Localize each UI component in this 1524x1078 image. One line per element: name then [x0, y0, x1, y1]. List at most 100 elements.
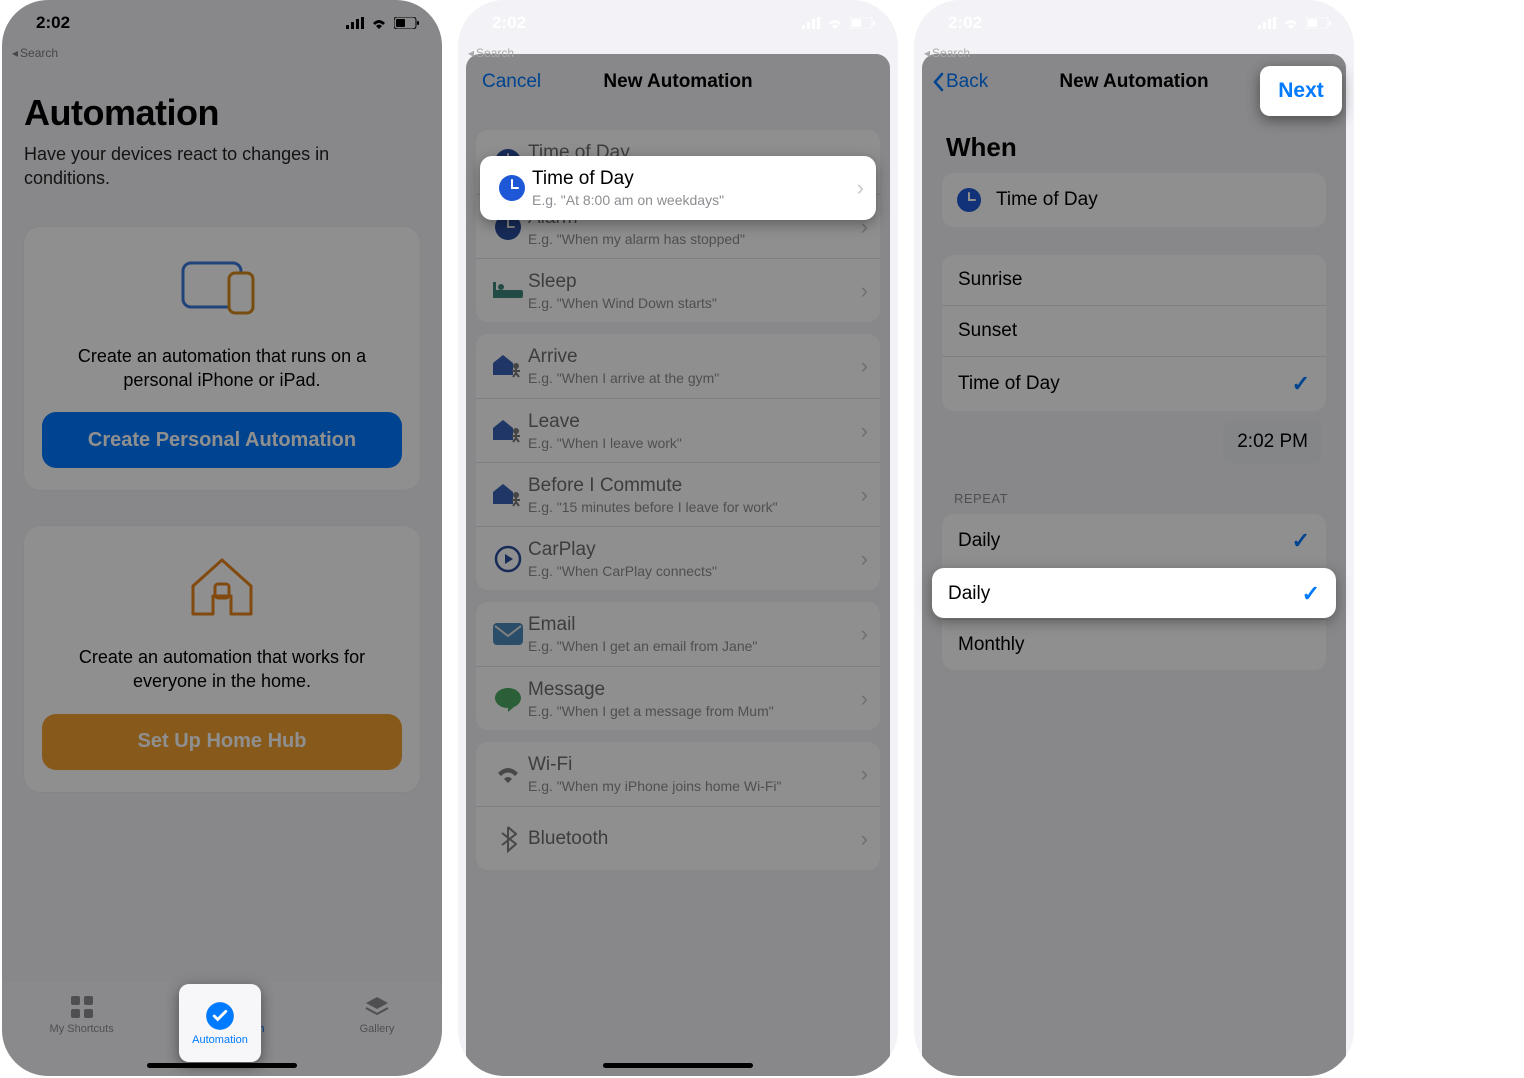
row-title: Sleep — [528, 271, 861, 293]
row-title: Leave — [528, 411, 861, 433]
chevron-right-icon: › — [861, 621, 868, 647]
trigger-row-email[interactable]: Email E.g. "When I get an email from Jane… — [476, 602, 880, 666]
page-title: Automation — [24, 92, 420, 134]
row-subtitle: E.g. "When my alarm has stopped" — [528, 231, 861, 247]
chevron-right-icon: › — [861, 686, 868, 712]
checkmark-icon: ✓ — [1292, 371, 1310, 397]
breadcrumb[interactable]: ◂ Search — [458, 46, 898, 66]
screenshot-2: 2:02 ◂ Search Cancel New Automation Time… — [458, 0, 898, 1076]
repeat-option-monthly[interactable]: Monthly — [942, 619, 1326, 670]
trigger-row-arrive[interactable]: Arrive E.g. "When I arrive at the gym"› — [476, 334, 880, 398]
status-icons — [346, 17, 420, 29]
time-option-sunset[interactable]: Sunset — [942, 305, 1326, 356]
cellular-icon — [802, 17, 820, 29]
row-title: CarPlay — [528, 539, 861, 561]
row-title: Arrive — [528, 346, 861, 368]
checkmark-icon: ✓ — [1292, 528, 1310, 554]
trigger-row-carplay[interactable]: CarPlay E.g. "When CarPlay connects"› — [476, 526, 880, 590]
home-icon — [187, 556, 257, 623]
status-bar: 2:02 — [914, 0, 1354, 46]
tab-my-shortcuts[interactable]: My Shortcuts — [50, 994, 114, 1035]
row-title: Message — [528, 679, 861, 701]
when-row[interactable]: Time of Day — [942, 173, 1326, 227]
trigger-row-leave[interactable]: Leave E.g. "When I leave work"› — [476, 398, 880, 462]
cancel-button[interactable]: Cancel — [482, 71, 541, 93]
highlight-time-of-day-row[interactable]: Time of Day E.g. "At 8:00 am on weekdays… — [480, 156, 876, 220]
house-person-icon — [488, 418, 528, 444]
highlight-daily-row[interactable]: Daily ✓ — [932, 568, 1336, 618]
wifi-icon — [1282, 17, 1300, 29]
time-value: 2:02 PM — [1223, 421, 1322, 463]
row-subtitle: E.g. "When I get an email from Jane" — [528, 638, 861, 654]
bt-icon — [488, 825, 528, 853]
when-row-label: Time of Day — [996, 189, 1098, 211]
message-icon — [488, 686, 528, 712]
option-label: Sunset — [958, 320, 1017, 342]
home-automation-text: Create an automation that works for ever… — [42, 645, 402, 694]
create-personal-automation-button[interactable]: Create Personal Automation — [42, 412, 402, 468]
trigger-row-message[interactable]: MessageE.g. "When I get a message from M… — [476, 666, 880, 730]
highlight-automation-tab[interactable]: Automation — [179, 984, 261, 1062]
sheet-title: New Automation — [603, 71, 752, 93]
status-time: 2:02 — [492, 13, 526, 33]
tab-gallery[interactable]: Gallery — [360, 994, 395, 1035]
chevron-left-icon: ◂ — [12, 46, 18, 60]
chevron-right-icon: › — [857, 175, 864, 201]
row-subtitle: E.g. "When I leave work" — [528, 435, 861, 451]
personal-automation-card: Create an automation that runs on a pers… — [24, 227, 420, 491]
page-subtitle: Have your devices react to changes in co… — [24, 142, 420, 191]
status-time: 2:02 — [948, 13, 982, 33]
wifi-icon — [488, 763, 528, 785]
devices-icon — [179, 257, 265, 322]
setup-home-hub-button[interactable]: Set Up Home Hub — [42, 714, 402, 770]
breadcrumb[interactable]: ◂ Search — [914, 46, 1354, 66]
sheet-title: New Automation — [1059, 71, 1208, 93]
status-icons — [802, 17, 876, 29]
screenshot-3: 2:02 ◂ Search Back New Automation Next W… — [914, 0, 1354, 1076]
trigger-row-sleep[interactable]: SleepE.g. "When Wind Down starts"› — [476, 258, 880, 322]
chevron-right-icon: › — [861, 546, 868, 572]
back-button[interactable]: Back — [932, 71, 988, 93]
time-value-chip[interactable]: 2:02 PM — [932, 411, 1336, 463]
breadcrumb[interactable]: ◂ Search — [2, 46, 442, 66]
row-subtitle: E.g. "When CarPlay connects" — [528, 563, 861, 579]
carplay-icon — [488, 545, 528, 573]
personal-automation-text: Create an automation that runs on a pers… — [42, 344, 402, 393]
clock-icon — [956, 187, 982, 213]
when-heading: When — [932, 118, 1336, 173]
chevron-right-icon: › — [861, 826, 868, 852]
clock-check-icon — [205, 1001, 235, 1031]
chevron-right-icon: › — [861, 353, 868, 379]
highlight-next-button[interactable]: Next — [1260, 66, 1342, 116]
layers-icon — [364, 994, 390, 1020]
trigger-row-bluetooth[interactable]: Bluetooth› — [476, 806, 880, 870]
home-indicator[interactable] — [603, 1063, 753, 1068]
cellular-icon — [346, 17, 364, 29]
cellular-icon — [1258, 17, 1276, 29]
checkmark-icon: ✓ — [1302, 581, 1320, 607]
row-subtitle: E.g. "When my iPhone joins home Wi-Fi" — [528, 778, 861, 794]
status-icons — [1258, 17, 1332, 29]
wifi-icon — [826, 17, 844, 29]
battery-icon — [1306, 17, 1332, 29]
status-time: 2:02 — [36, 13, 70, 33]
trigger-row-before-i-commute[interactable]: Before I CommuteE.g. "15 minutes before … — [476, 462, 880, 526]
option-label: Daily — [948, 583, 990, 605]
screenshot-1: 2:02 ◂ Search Automation Have your devic… — [2, 0, 442, 1076]
row-title: Email — [528, 614, 861, 636]
time-option-time-of-day[interactable]: Time of Day✓ — [942, 356, 1326, 411]
trigger-row-wi-fi[interactable]: Wi-FiE.g. "When my iPhone joins home Wi-… — [476, 742, 880, 806]
breadcrumb-label: Search — [20, 46, 58, 60]
modal-sheet: Back New Automation Next When Time of Da… — [922, 54, 1346, 1076]
chevron-right-icon: › — [861, 418, 868, 444]
time-option-sunrise[interactable]: Sunrise — [942, 255, 1326, 305]
next-label: Next — [1278, 79, 1324, 103]
row-subtitle: E.g. "At 8:00 am on weekdays" — [532, 192, 857, 208]
row-subtitle: E.g. "When I arrive at the gym" — [528, 370, 861, 386]
chevron-right-icon: › — [861, 278, 868, 304]
tab-label: My Shortcuts — [50, 1023, 114, 1035]
back-label: Back — [946, 71, 988, 93]
repeat-option-daily[interactable]: Daily✓ — [942, 514, 1326, 568]
row-title: Time of Day — [532, 168, 857, 190]
home-indicator[interactable] — [147, 1063, 297, 1068]
